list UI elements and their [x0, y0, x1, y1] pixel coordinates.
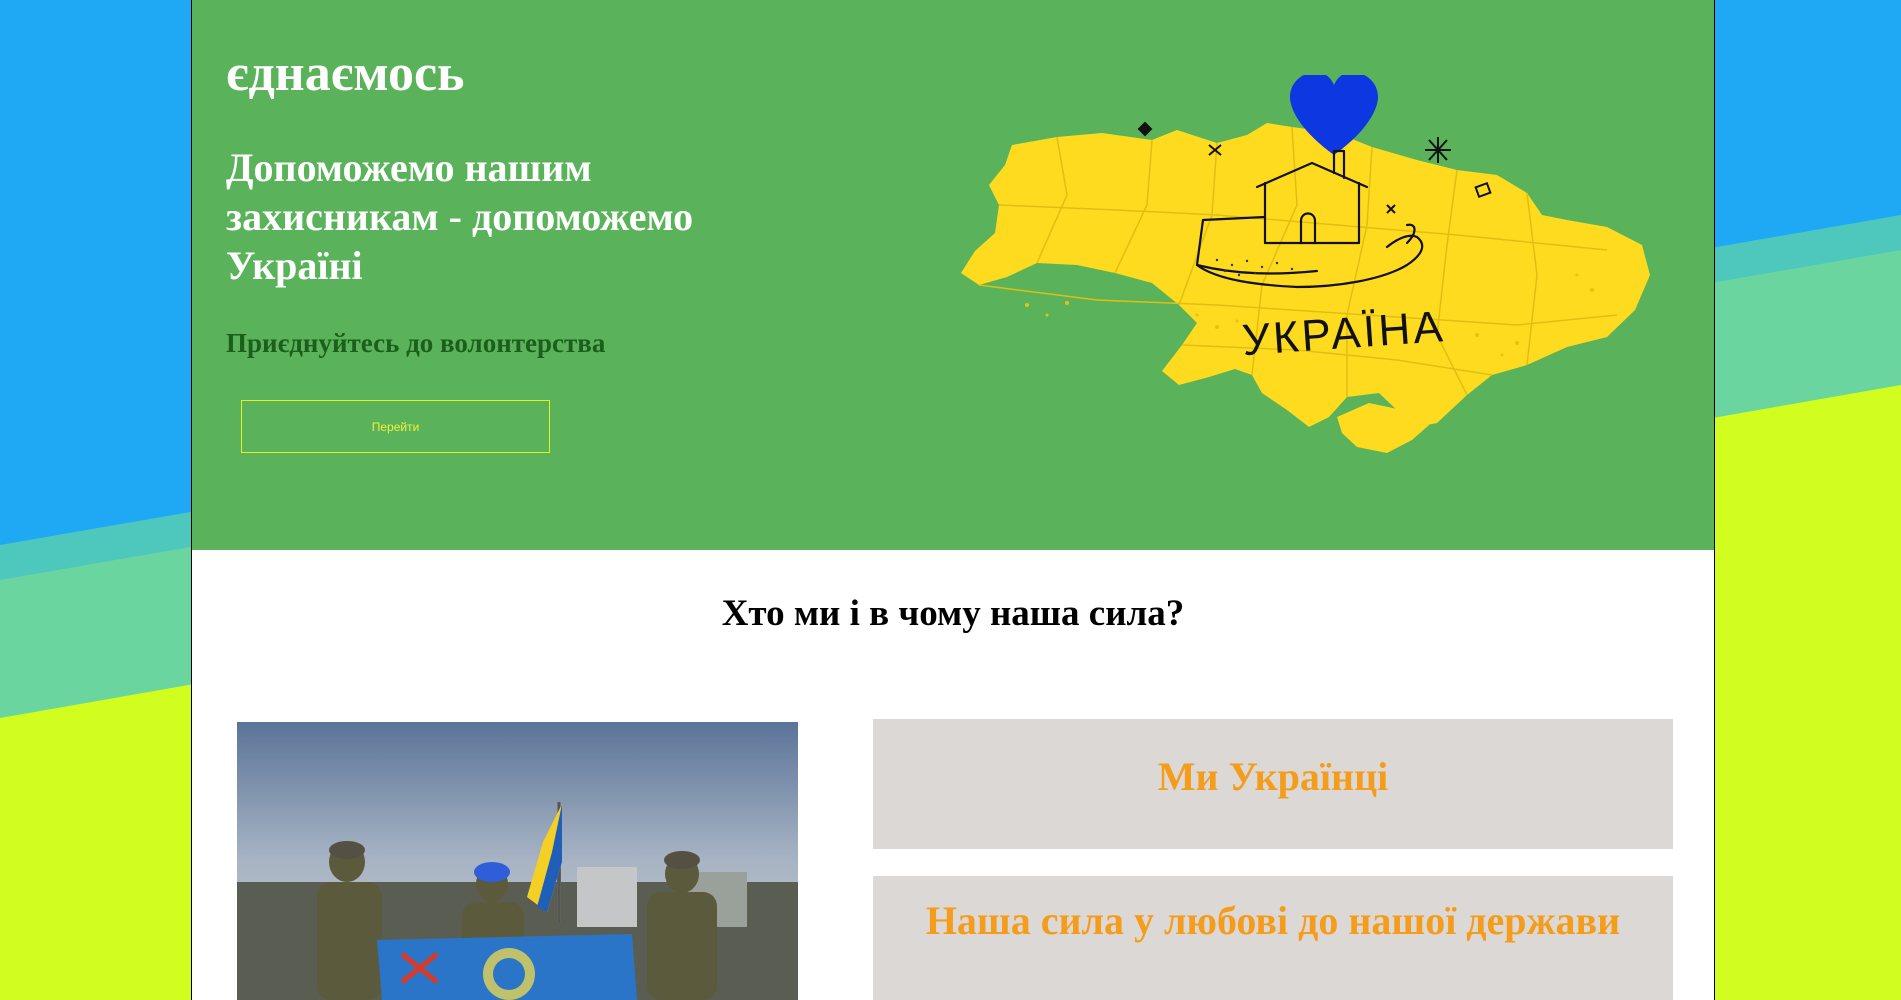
about-card: Ми Українці: [873, 719, 1673, 849]
ukraine-map-illustration: УКРАЇНА: [961, 75, 1650, 453]
about-card-title: Наша сила у любові до нашої держави: [925, 898, 1621, 943]
hero-section: єднаємось Допоможемо нашим захисникам - …: [192, 0, 1714, 550]
go-button[interactable]: Перейти: [241, 400, 550, 453]
about-card-title: Ми Українці: [1157, 754, 1389, 799]
hero-subline: Приєднуйтесь до волонтерства: [226, 328, 606, 358]
about-card: Наша сила у любові до нашої держави: [873, 876, 1673, 1000]
main-page: єднаємось Допоможемо нашим захисникам - …: [191, 0, 1715, 1000]
hero-headline: Допоможемо нашим захисникам - допоможемо…: [226, 145, 694, 288]
site-brand: єднаємось: [226, 45, 465, 102]
section-title: Хто ми і в чому наша сила?: [721, 593, 1185, 634]
soldiers-photo: [237, 722, 798, 1000]
ukraine-map-shape: [961, 123, 1650, 427]
